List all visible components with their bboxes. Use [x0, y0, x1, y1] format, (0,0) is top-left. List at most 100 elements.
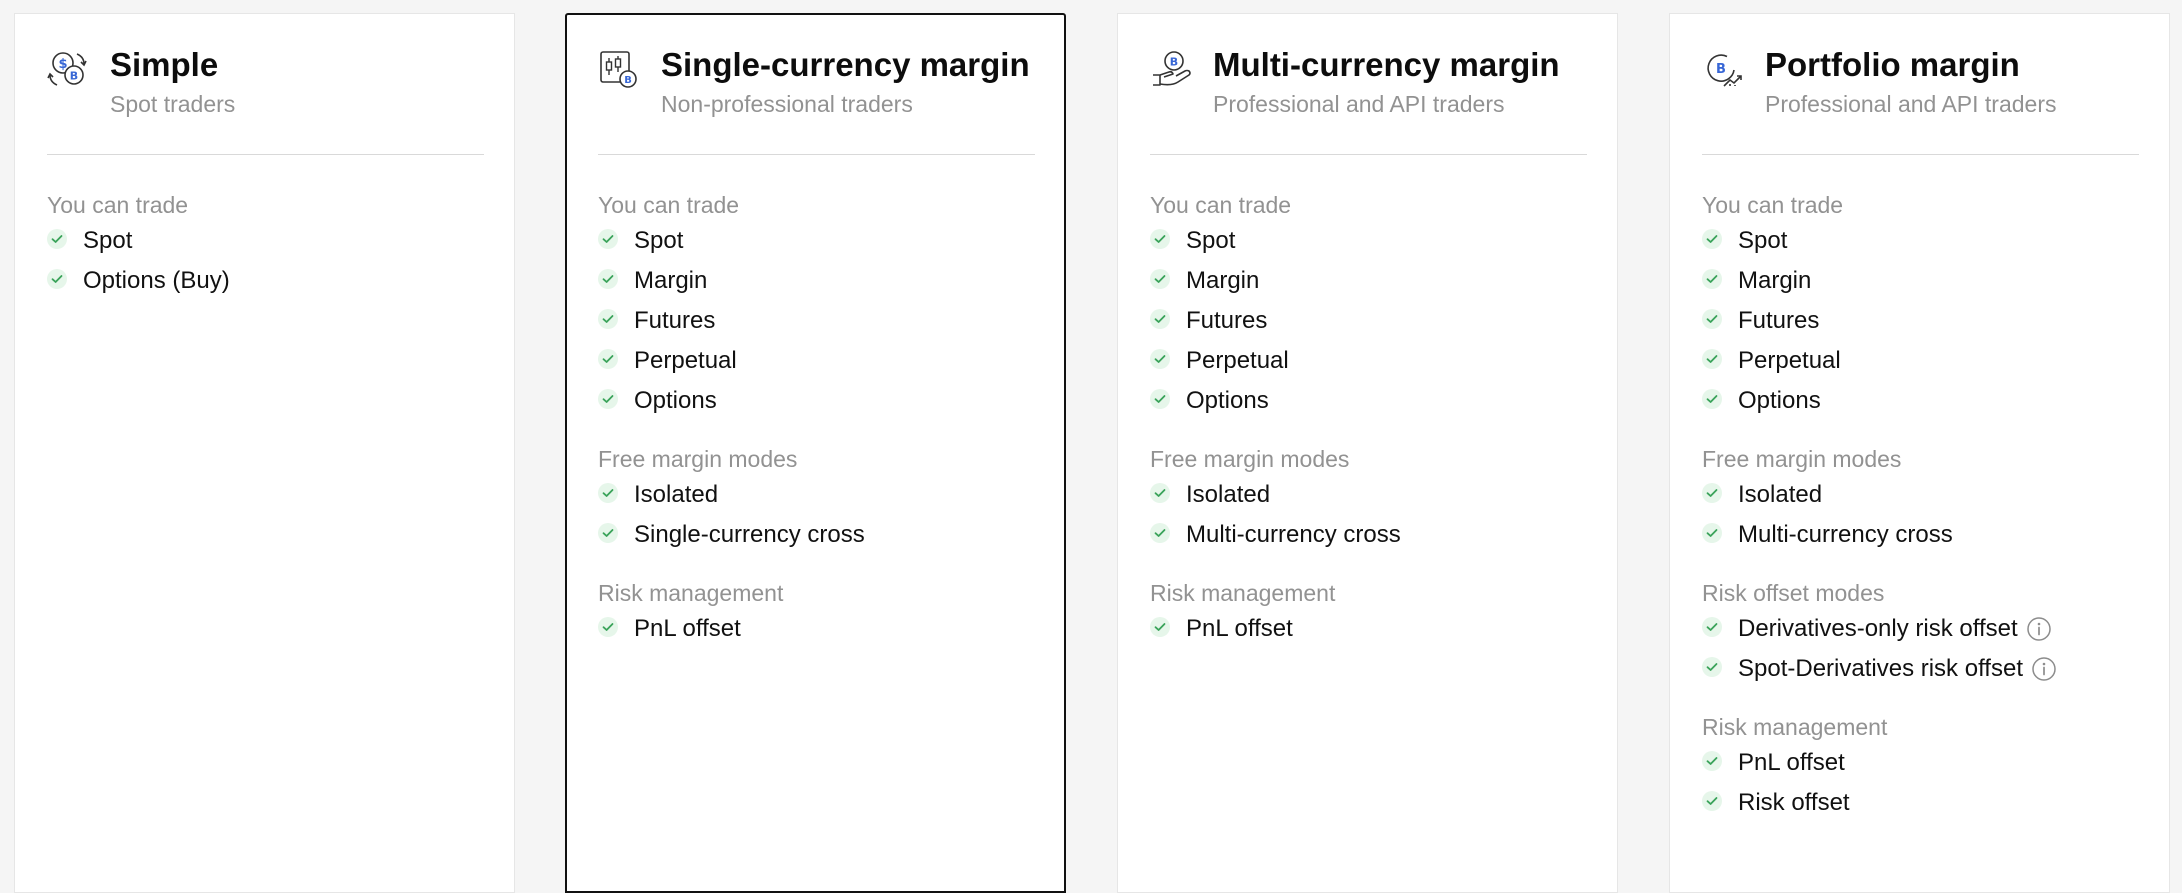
plan-title: Portfolio margin	[1765, 46, 2020, 83]
plan-card-simple[interactable]: $ B Simple Spot traders You can trade Spot Opt…	[14, 13, 515, 893]
plan-subtitle: Non-professional traders	[661, 91, 913, 117]
feature-item: Isolated	[1702, 475, 2139, 515]
plan-card-content: B Single-currency margin Non-professional …	[598, 14, 1035, 672]
check-icon	[1150, 483, 1170, 503]
feature-item: Futures	[598, 301, 1035, 341]
feature-label: Perpetual	[634, 347, 737, 374]
plan-features: You can trade Spot Options (Buy)	[47, 155, 484, 301]
check-icon	[598, 389, 618, 409]
feature-label: Derivatives-only risk offset	[1738, 615, 2018, 642]
feature-label: PnL offset	[1738, 749, 1845, 776]
feature-section-you-can-trade: You can trade Spot Options (Buy)	[47, 190, 484, 301]
feature-label: Spot	[83, 227, 133, 254]
plan-title: Simple	[110, 46, 219, 83]
feature-item: Isolated	[1150, 475, 1587, 515]
feature-section-risk-management: Risk management PnL offset Risk offset	[1702, 712, 2139, 823]
check-icon	[598, 483, 618, 503]
section-title: Risk management	[598, 580, 784, 606]
feature-item: Spot	[1150, 221, 1587, 261]
plan-card-portfolio-margin[interactable]: B Portfolio margin Professional and API tr…	[1669, 13, 2170, 893]
feature-label: Spot-Derivatives risk offset	[1738, 655, 2023, 682]
section-title: You can trade	[598, 192, 740, 218]
feature-label: Options	[1186, 387, 1269, 414]
feature-item: Perpetual	[1150, 341, 1587, 381]
feature-section-you-can-trade: You can trade Spot Margin Futures Perpetual O…	[1150, 190, 1587, 421]
feature-label: Isolated	[634, 481, 719, 508]
feature-item: Futures	[1702, 301, 2139, 341]
section-title: You can trade	[1702, 192, 1844, 218]
feature-label: Futures	[634, 307, 716, 334]
account-mode-cards: $ B Simple Spot traders You can trade Spot Opt…	[0, 0, 2182, 893]
feature-item: Margin	[1702, 261, 2139, 301]
feature-label: Perpetual	[1738, 347, 1841, 374]
plan-card-multi-currency-margin[interactable]: B Multi-currency margin Professional and A…	[1117, 13, 1618, 893]
feature-section-you-can-trade: You can trade Spot Margin Futures Perpetual O…	[598, 190, 1035, 421]
feature-label: Options	[634, 387, 717, 414]
section-title: Free margin modes	[1150, 446, 1350, 472]
feature-label: Spot	[1186, 227, 1236, 254]
check-icon	[1702, 791, 1722, 811]
plan-subtitle: Spot traders	[110, 91, 236, 117]
section-title: You can trade	[1150, 192, 1292, 218]
plan-card-single-currency-margin[interactable]: B Single-currency margin Non-professional …	[565, 13, 1066, 893]
section-title: Free margin modes	[1702, 446, 1902, 472]
feature-section-you-can-trade: You can trade Spot Margin Futures Perpetual O…	[1702, 190, 2139, 421]
feature-item: Spot	[1702, 221, 2139, 261]
check-icon	[1150, 229, 1170, 249]
feature-item: Margin	[1150, 261, 1587, 301]
hand-coin-icon: B	[1150, 48, 1192, 90]
feature-label: Futures	[1186, 307, 1268, 334]
feature-label: Futures	[1738, 307, 1820, 334]
check-icon	[1702, 269, 1722, 289]
section-title: Risk management	[1702, 714, 1888, 740]
feature-item: Options	[1150, 381, 1587, 421]
feature-item: Margin	[598, 261, 1035, 301]
check-icon	[47, 229, 67, 249]
feature-label: Multi-currency cross	[1186, 521, 1401, 548]
feature-section-risk-management: Risk management PnL offset	[598, 578, 1035, 649]
plan-card-content: B Portfolio margin Professional and API tr…	[1702, 14, 2139, 846]
feature-item: Multi-currency cross	[1150, 515, 1587, 555]
check-icon	[1150, 617, 1170, 637]
svg-text:B: B	[1716, 62, 1726, 77]
feature-item: Isolated	[598, 475, 1035, 515]
check-icon	[1150, 269, 1170, 289]
check-icon	[1150, 349, 1170, 369]
plan-title: Single-currency margin	[661, 46, 1030, 83]
feature-section-free-margin-modes: Free margin modes Isolated Single-currency…	[598, 444, 1035, 555]
plan-card-content: $ B Simple Spot traders You can trade Spot Opt…	[47, 14, 484, 324]
plan-title: Multi-currency margin	[1213, 46, 1560, 83]
section-title: Risk offset modes	[1702, 580, 1885, 606]
feature-section-risk-offset-modes: Risk offset modes Derivatives-only risk o…	[1702, 578, 2139, 689]
info-icon[interactable]	[2031, 656, 2057, 682]
check-icon	[1702, 657, 1722, 677]
plan-header: $ B Simple Spot traders	[47, 14, 484, 155]
check-icon	[598, 617, 618, 637]
feature-label: Isolated	[1186, 481, 1271, 508]
svg-text:B: B	[1170, 56, 1178, 69]
feature-label: Margin	[634, 267, 708, 294]
section-title: Risk management	[1150, 580, 1336, 606]
feature-item: Perpetual	[1702, 341, 2139, 381]
feature-label: Isolated	[1738, 481, 1823, 508]
check-icon	[1150, 389, 1170, 409]
plan-features: You can trade Spot Margin Futures Perpetual O…	[598, 155, 1035, 649]
feature-item: Options (Buy)	[47, 261, 484, 301]
plan-subtitle: Professional and API traders	[1765, 91, 2057, 117]
feature-label: Spot	[1738, 227, 1788, 254]
check-icon	[598, 269, 618, 289]
feature-label: Risk offset	[1738, 789, 1850, 816]
feature-label: Margin	[1186, 267, 1260, 294]
feature-item: Futures	[1150, 301, 1587, 341]
info-icon[interactable]	[2026, 616, 2052, 642]
feature-item: Spot	[47, 221, 484, 261]
section-title: You can trade	[47, 192, 189, 218]
feature-item: Spot	[598, 221, 1035, 261]
feature-section-free-margin-modes: Free margin modes Isolated Multi-currency …	[1702, 444, 2139, 555]
section-title: Free margin modes	[598, 446, 798, 472]
feature-label: Perpetual	[1186, 347, 1289, 374]
feature-item: Options	[1702, 381, 2139, 421]
feature-section-risk-management: Risk management PnL offset	[1150, 578, 1587, 649]
feature-item: Multi-currency cross	[1702, 515, 2139, 555]
coin-chart-icon: B	[1702, 48, 1744, 90]
